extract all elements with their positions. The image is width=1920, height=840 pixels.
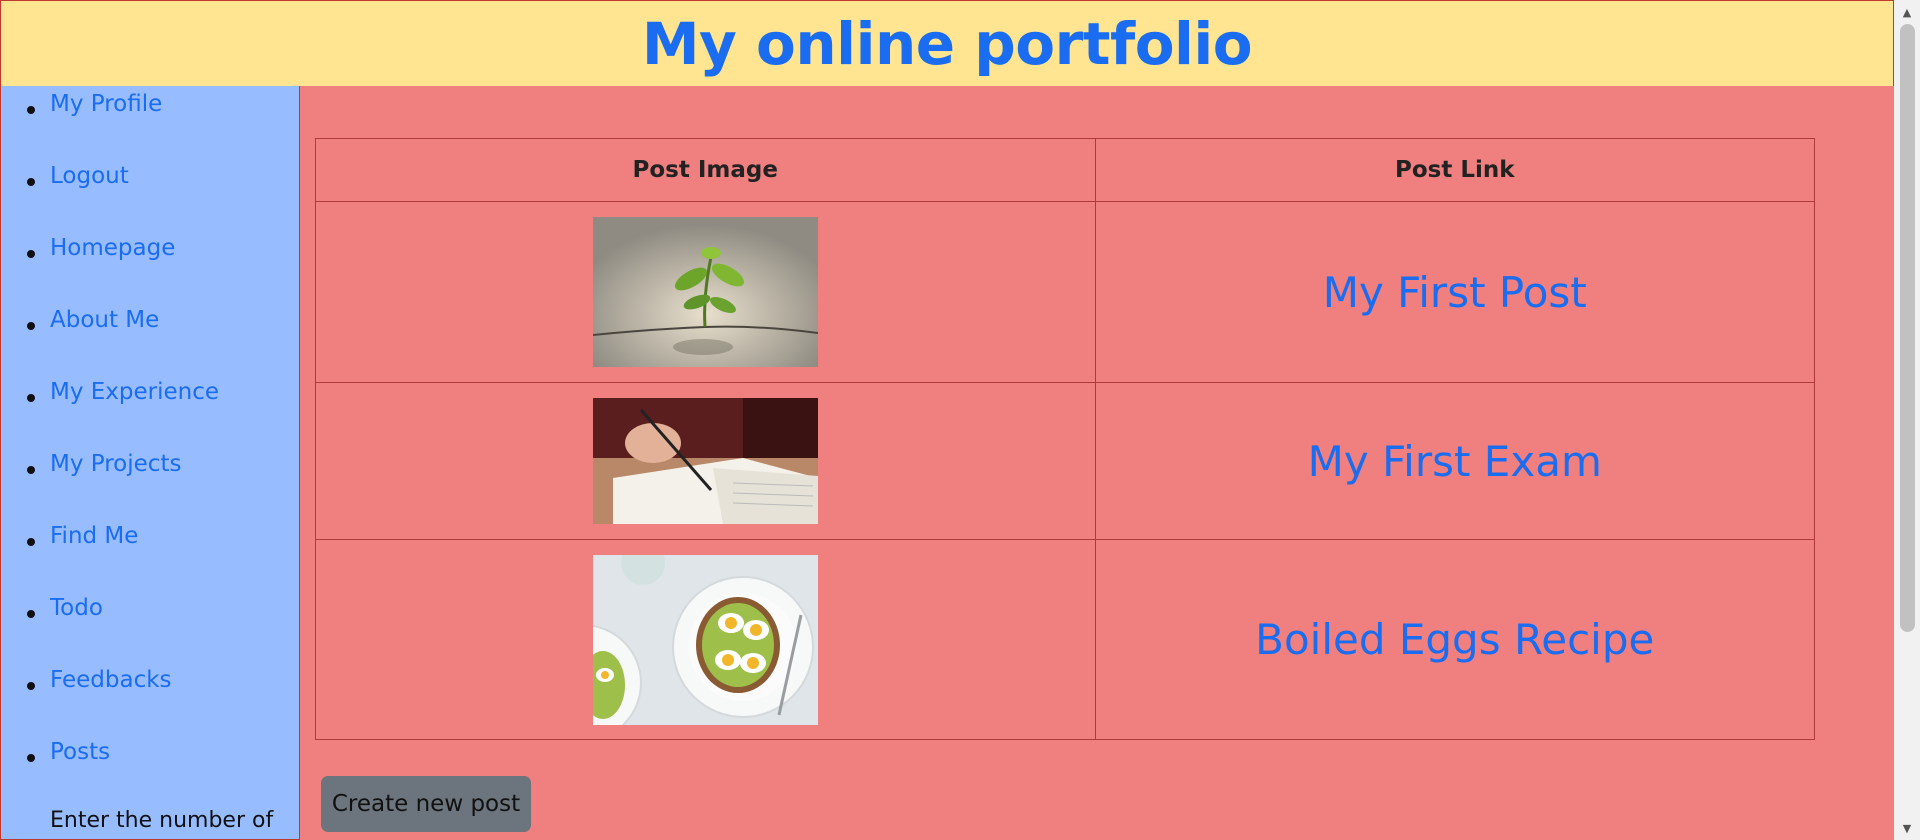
sidebar-nav-list: My Profile Logout Homepage About Me My E… <box>1 86 299 812</box>
column-header-post-link: Post Link <box>1094 138 1815 202</box>
sidebar-item-homepage: Homepage <box>26 235 299 308</box>
nav-link-find-me[interactable]: Find Me <box>50 518 138 554</box>
nav-link-posts[interactable]: Posts <box>50 734 110 770</box>
post-link-cell: My First Exam <box>1094 382 1815 540</box>
sidebar-item-find-me: Find Me <box>26 523 299 596</box>
post-image-cell <box>315 382 1096 540</box>
table-header-row: Post Image Post Link <box>315 138 1815 202</box>
page-scrollbar[interactable]: ▲ ▼ <box>1894 0 1920 840</box>
page-title: My online portfolio <box>641 9 1253 78</box>
table-row: My First Post <box>315 201 1815 383</box>
nav-link-feedbacks[interactable]: Feedbacks <box>50 662 172 698</box>
nav-link-my-profile[interactable]: My Profile <box>50 86 162 122</box>
nav-link-logout[interactable]: Logout <box>50 158 129 194</box>
writing-exam-photo <box>592 398 818 524</box>
sidebar-item-feedbacks: Feedbacks <box>26 667 299 740</box>
table-row: My First Exam <box>315 382 1815 540</box>
page-header: My online portfolio <box>0 0 1894 87</box>
scrollbar-thumb[interactable] <box>1900 24 1915 632</box>
sidebar-item-todo: Todo <box>26 595 299 668</box>
sidebar-item-my-projects: My Projects <box>26 451 299 524</box>
scroll-up-arrow-icon[interactable]: ▲ <box>1894 2 1920 22</box>
post-image-cell <box>315 539 1096 740</box>
nav-link-about-me[interactable]: About Me <box>50 302 159 338</box>
sidebar: My Profile Logout Homepage About Me My E… <box>0 86 300 840</box>
sidebar-item-about-me: About Me <box>26 307 299 380</box>
post-link-boiled-eggs-recipe[interactable]: Boiled Eggs Recipe <box>1255 615 1654 664</box>
post-image-cell <box>315 201 1096 383</box>
post-link-cell: Boiled Eggs Recipe <box>1094 539 1815 740</box>
nav-link-my-experience[interactable]: My Experience <box>50 374 219 410</box>
sidebar-item-my-profile: My Profile <box>26 91 299 164</box>
post-link-my-first-post[interactable]: My First Post <box>1323 268 1587 317</box>
post-link-my-first-exam[interactable]: My First Exam <box>1308 437 1602 486</box>
nav-link-todo[interactable]: Todo <box>50 590 103 626</box>
nav-link-my-projects[interactable]: My Projects <box>50 446 181 482</box>
nav-link-homepage[interactable]: Homepage <box>50 230 175 266</box>
sidebar-item-my-experience: My Experience <box>26 379 299 452</box>
column-header-post-image: Post Image <box>315 138 1096 202</box>
post-link-cell: My First Post <box>1094 201 1815 383</box>
posts-table: Post Image Post Link My First Post My Fi… <box>315 138 1815 740</box>
main-content: Post Image Post Link My First Post My Fi… <box>300 86 1894 840</box>
table-row: Boiled Eggs Recipe <box>315 539 1815 740</box>
eggs-toast-photo <box>592 554 818 725</box>
sprout-photo <box>592 217 818 367</box>
scroll-down-arrow-icon[interactable]: ▼ <box>1894 818 1920 838</box>
create-new-post-button[interactable]: Create new post <box>321 776 531 832</box>
sidebar-item-logout: Logout <box>26 163 299 236</box>
sidebar-item-posts: Posts <box>26 739 299 812</box>
